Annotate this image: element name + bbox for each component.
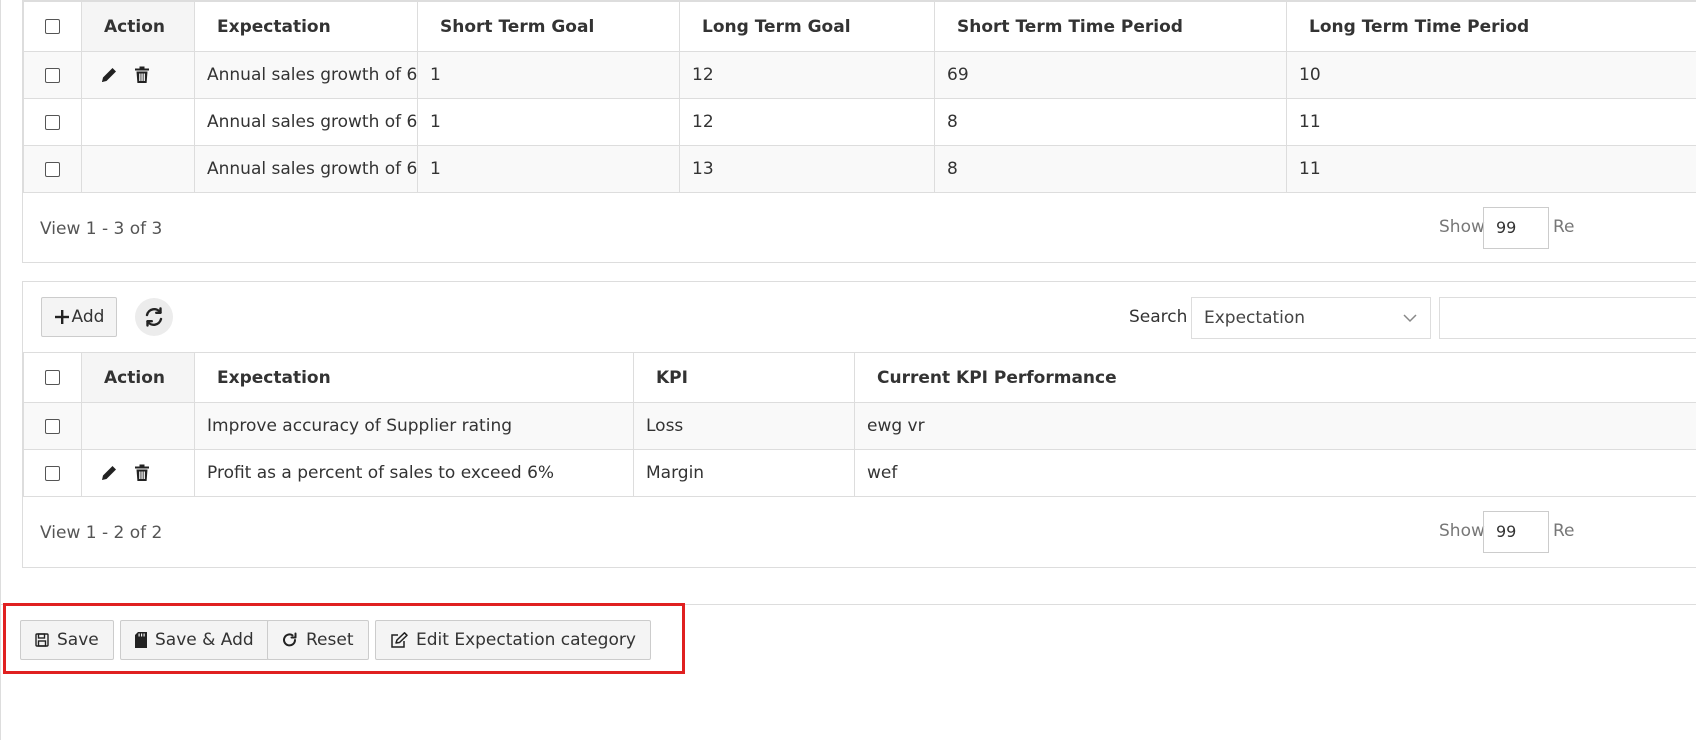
row-checkbox[interactable] [45,418,60,434]
col-header-expectation[interactable]: Expectation [194,352,634,403]
cell-kpi: Loss [633,402,855,450]
kpi-pager: View 1 - 2 of 2 Show 99 Re [23,497,1696,567]
table-row[interactable]: Annual sales growth of 6% 1 12 8 11 [23,98,1696,146]
cell-current-kpi-performance: wef [854,449,1696,497]
cell-long-term-time-period: 11 [1286,98,1696,146]
reset-button-label: Reset [306,630,354,650]
edit-expectation-category-button[interactable]: Edit Expectation category [375,620,651,660]
goals-table: Action Expectation Short Term Goal Long … [23,1,1696,193]
select-all-checkbox-cell[interactable] [23,1,82,52]
pencil-icon[interactable] [100,464,118,482]
search-field-value: Expectation [1204,308,1306,328]
select-all-checkbox-cell[interactable] [23,352,82,403]
kpi-grid-panel: Add Search Expectation Action Expectatio… [22,281,1696,568]
goals-pager: View 1 - 3 of 3 Show 99 Re [23,193,1696,263]
cell-short-term-goal: 1 [417,98,680,146]
cell-expectation: Annual sales growth of 6% [194,145,418,193]
reset-button[interactable]: Reset [267,620,369,660]
select-all-checkbox[interactable] [45,370,60,385]
kpi-table: Action Expectation KPI Current KPI Perfo… [23,352,1696,497]
save-button[interactable]: Save [20,620,114,660]
cell-long-term-goal: 13 [679,145,935,193]
row-actions [81,402,195,450]
refresh-button[interactable] [135,298,173,336]
cell-short-term-time-period: 69 [934,51,1287,99]
cell-kpi: Margin [633,449,855,497]
search-field-select[interactable]: Expectation [1191,297,1431,339]
add-button[interactable]: Add [41,297,117,337]
col-header-current-kpi-performance[interactable]: Current KPI Performance [854,352,1696,403]
goals-grid-panel: Action Expectation Short Term Goal Long … [22,0,1696,263]
cell-short-term-time-period: 8 [934,98,1287,146]
edit-expectation-category-label: Edit Expectation category [416,630,636,650]
col-header-kpi[interactable]: KPI [633,352,855,403]
table-row[interactable]: Improve accuracy of Supplier rating Loss… [23,402,1696,450]
col-header-short-term-time-period[interactable]: Short Term Time Period [934,1,1287,52]
row-actions [81,145,195,193]
cell-short-term-time-period: 8 [934,145,1287,193]
goals-table-header: Action Expectation Short Term Goal Long … [23,1,1696,52]
row-actions [81,98,195,146]
col-header-action: Action [81,352,195,403]
view-records-text: View 1 - 2 of 2 [40,523,163,543]
view-records-text: View 1 - 3 of 3 [40,219,163,239]
refresh-icon [143,306,165,328]
col-header-long-term-time-period[interactable]: Long Term Time Period [1286,1,1696,52]
row-checkbox[interactable] [45,67,60,83]
table-row[interactable]: Profit as a percent of sales to exceed 6… [23,449,1696,497]
cell-short-term-goal: 1 [417,145,680,193]
cell-short-term-goal: 1 [417,51,680,99]
col-header-short-term-goal[interactable]: Short Term Goal [417,1,680,52]
row-checkbox[interactable] [45,465,60,481]
redo-icon [282,632,298,648]
cell-long-term-goal: 12 [679,98,935,146]
cell-current-kpi-performance: ewg vr [854,402,1696,450]
table-row[interactable]: Annual sales growth of 6% 1 13 8 11 [23,145,1696,193]
pencil-icon[interactable] [100,66,118,84]
search-input[interactable] [1439,297,1696,339]
trash-icon[interactable] [134,66,150,84]
row-actions [81,51,195,99]
plus-icon [54,309,70,325]
show-label: Show [1439,521,1485,541]
save-and-add-button[interactable]: Save & Add [120,620,269,660]
select-all-checkbox[interactable] [45,19,60,34]
col-header-action: Action [81,1,195,52]
kpi-toolbar: Add Search Expectation [23,282,1696,352]
row-checkbox[interactable] [45,114,60,130]
add-button-label: Add [71,307,105,327]
floppy-icon [35,633,49,647]
row-actions [81,449,195,497]
table-row[interactable]: Annual sales growth of 6% 1 12 69 10 [23,51,1696,99]
cell-long-term-goal: 12 [679,51,935,99]
col-header-long-term-goal[interactable]: Long Term Goal [679,1,935,52]
trash-icon[interactable] [134,464,150,482]
cell-long-term-time-period: 10 [1286,51,1696,99]
records-label: Re [1553,521,1575,541]
cell-long-term-time-period: 11 [1286,145,1696,193]
chevron-down-icon [1402,310,1418,326]
search-label: Search [1129,307,1188,327]
cell-expectation: Profit as a percent of sales to exceed 6… [194,449,634,497]
cell-expectation: Annual sales growth of 6% [194,51,418,99]
cell-expectation: Improve accuracy of Supplier rating [194,402,634,450]
rows-per-page-input[interactable]: 99 [1483,207,1549,249]
save-and-add-button-label: Save & Add [155,630,254,650]
records-label: Re [1553,217,1575,237]
show-label: Show [1439,217,1485,237]
edit-square-icon [390,632,408,648]
kpi-table-header: Action Expectation KPI Current KPI Perfo… [23,352,1696,403]
sd-card-icon [135,632,147,648]
rows-per-page-input[interactable]: 99 [1483,511,1549,553]
cell-expectation: Annual sales growth of 6% [194,98,418,146]
row-checkbox[interactable] [45,161,60,177]
col-header-expectation[interactable]: Expectation [194,1,418,52]
save-button-label: Save [57,630,99,650]
